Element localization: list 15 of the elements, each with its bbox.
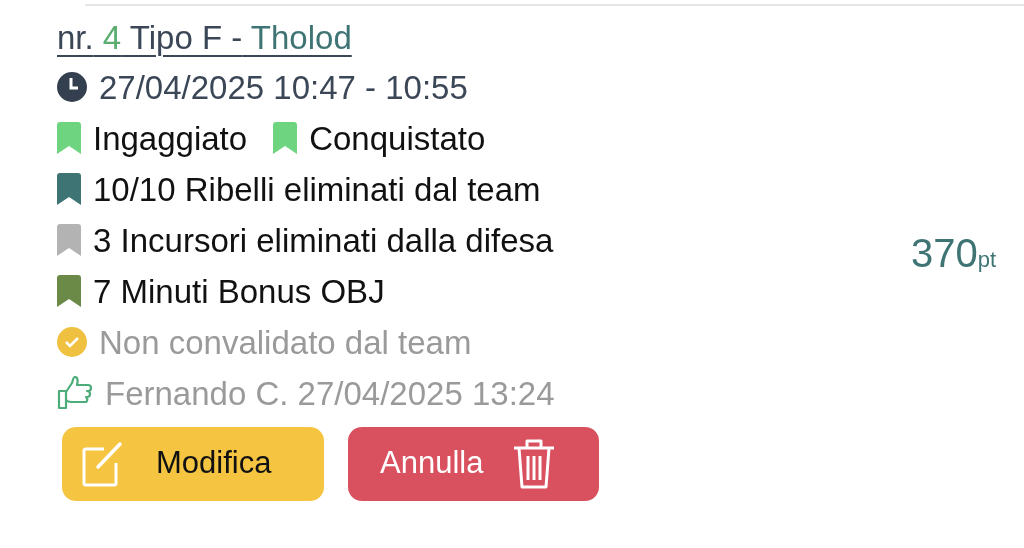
match-title-link[interactable]: nr. 4 Tipo F - Tholod [57, 18, 352, 58]
time-range-text: 27/04/2025 10:47 - 10:55 [99, 70, 468, 104]
approval-text: Fernando C. 27/04/2025 13:24 [105, 376, 555, 410]
cancel-button[interactable]: Annulla [348, 426, 599, 501]
tag-text: 3 Incursori eliminati dalla difesa [93, 223, 554, 257]
thumbs-up-icon [57, 376, 93, 411]
tag-text: 10/10 Ribelli eliminati dal team [93, 172, 541, 206]
tag-text: Conquistato [309, 121, 486, 155]
edit-icon [82, 440, 124, 487]
tag-text: Ingaggiato [93, 121, 248, 155]
edit-button[interactable]: Modifica [62, 426, 324, 501]
tag-text: 7 Minuti Bonus OBJ [93, 274, 385, 308]
points-value: 370pt [910, 230, 996, 278]
validation-status-text: Non convalidato dal team [99, 325, 472, 359]
clock-icon [57, 72, 87, 103]
